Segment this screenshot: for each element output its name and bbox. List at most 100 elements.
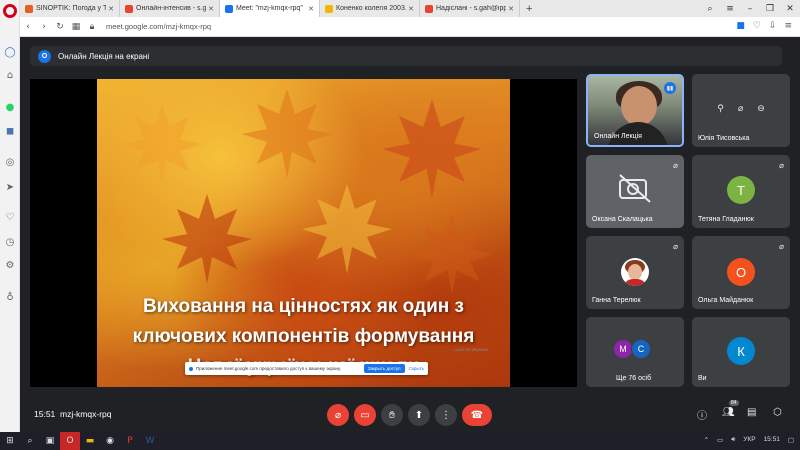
participant-avatar: М xyxy=(613,339,633,359)
tab-4[interactable]: Надіслані - s.gah@ippo.k ✕ xyxy=(420,0,520,17)
mic-toggle-button[interactable]: ⌀ xyxy=(327,404,349,426)
address-bar-actions: ■ ♡ ⇩ ≡ xyxy=(736,21,792,31)
close-window-icon[interactable]: ✕ xyxy=(780,4,800,14)
send-icon[interactable]: ➤ xyxy=(4,181,16,193)
close-icon[interactable]: ✕ xyxy=(108,5,114,13)
forward-icon[interactable]: › xyxy=(36,22,52,32)
tab-1[interactable]: Онлайн-інтенсив - s.gah ✕ xyxy=(120,0,220,17)
settings-icon[interactable]: ⚙ xyxy=(4,259,16,271)
participant-name: Ви xyxy=(698,375,707,382)
slide-title-line: Виховання на цінностях як один з xyxy=(143,296,464,317)
tab-label: Надіслані - s.gah@ippo.k xyxy=(436,5,506,12)
url-field[interactable]: meet.google.com/mzj-kmqx-rpq xyxy=(106,22,211,31)
taskbar-clock[interactable]: 15:51 xyxy=(764,436,780,444)
snapshot-icon[interactable]: ≡ xyxy=(720,4,740,14)
whatsapp-icon[interactable]: ● xyxy=(4,101,16,113)
network-icon[interactable]: ▭ xyxy=(717,436,723,444)
tab-3[interactable]: Коненко колегія 2003.ppt ✕ xyxy=(320,0,420,17)
download-icon[interactable]: ⇩ xyxy=(769,21,777,31)
present-button[interactable]: ⬆ xyxy=(408,404,430,426)
screen-share-notification: Приложение meet.google.com предоставило … xyxy=(185,362,428,375)
stop-sharing-button[interactable]: Закрыть доступ xyxy=(363,364,405,373)
bookmark-icon[interactable]: ♡ xyxy=(753,21,761,31)
tab-label: Онлайн-інтенсив - s.gah xyxy=(136,5,207,12)
system-tray: ⌃ ▭ 🔊︎ УКР 15:51 ▢ xyxy=(704,436,794,444)
tray-up-icon[interactable]: ⌃ xyxy=(704,436,709,444)
tab-label: Meet: "mzj-kmqx-rpq" xyxy=(236,5,303,12)
taskbar: ⊞ ⌕ ▣ O ▬ ◉ P W ⌃ ▭ 🔊︎ УКР 15:51 ▢ xyxy=(0,432,800,450)
activities-icon[interactable]: ⬡ xyxy=(773,407,782,418)
chat-icon[interactable]: ▤ xyxy=(747,407,756,418)
close-icon[interactable]: ✕ xyxy=(508,5,514,13)
bulb-icon[interactable]: ♁ xyxy=(4,291,16,303)
opera-taskbar-icon[interactable]: O xyxy=(60,432,80,450)
more-participants-tile[interactable]: М С Ще 76 осіб xyxy=(586,317,684,387)
mic-off-icon: ⌀ xyxy=(779,242,784,251)
share-indicator-icon xyxy=(189,366,193,371)
camera-icon[interactable]: ■ xyxy=(736,21,745,31)
notifications-icon[interactable]: ▢ xyxy=(788,436,794,444)
more-avatars: М С xyxy=(613,339,651,359)
vk-icon[interactable]: ◼ xyxy=(4,125,16,137)
gmail-icon xyxy=(425,4,433,13)
more-options-button[interactable]: ⋮ xyxy=(435,404,457,426)
participant-tile[interactable]: ⌀ Оксана Скалацька xyxy=(586,155,684,228)
history-icon[interactable]: ◷ xyxy=(4,236,16,248)
camera-toggle-button[interactable]: ▭ xyxy=(354,404,376,426)
participant-tile[interactable]: ▮▮ Онлайн Лекція xyxy=(586,74,684,147)
minimize-icon[interactable]: – xyxy=(740,4,760,14)
mute-icon[interactable]: ⌀ xyxy=(738,104,743,114)
windows-start-icon[interactable]: ⊞ xyxy=(0,432,20,450)
pin-icon[interactable]: ⚲ xyxy=(717,104,724,114)
address-bar: ‹ › ↻ ▦ 🔒︎ meet.google.com/mzj-kmqx-rpq … xyxy=(20,17,800,37)
opera-sidebar: ◯ ⌂ ● ◼ ◎ ➤ ♡ ◷ ⚙ ♁ xyxy=(0,0,20,432)
speed-dial-icon[interactable]: ◯ xyxy=(4,46,16,58)
maximize-icon[interactable]: ❐ xyxy=(760,4,780,14)
close-icon[interactable]: ✕ xyxy=(308,5,314,13)
easy-setup-icon[interactable]: ≡ xyxy=(784,21,792,31)
powerpoint-icon[interactable]: P xyxy=(120,432,140,450)
people-icon[interactable]: 👥︎ xyxy=(722,407,735,418)
heart-icon[interactable]: ♡ xyxy=(4,211,16,223)
tile-actions: ⚲ ⌀ ⊖ xyxy=(692,104,790,114)
search-tabs-icon[interactable]: ⌕ xyxy=(700,4,720,14)
tab-2[interactable]: Meet: "mzj-kmqx-rpq" ✕ xyxy=(220,0,320,17)
maple-leaf-image xyxy=(302,184,392,274)
home-icon[interactable]: ⌂ xyxy=(4,69,16,81)
participant-name: Оксана Скалацька xyxy=(592,216,653,223)
slides-icon xyxy=(325,4,333,13)
back-icon[interactable]: ‹ xyxy=(20,22,36,32)
close-icon[interactable]: ✕ xyxy=(408,5,414,13)
language-indicator[interactable]: УКР xyxy=(743,436,755,444)
remove-icon[interactable]: ⊖ xyxy=(757,104,765,114)
participant-tile[interactable]: Т ⌀ Тетяна Гладанюк xyxy=(692,155,790,228)
participant-tile[interactable]: О ⌀ Ольга Майданюк xyxy=(692,236,790,309)
chrome-icon[interactable]: ◉ xyxy=(100,432,120,450)
screen: ◯ ⌂ ● ◼ ◎ ➤ ♡ ◷ ⚙ ♁ SINOPTIK: Погода у Т… xyxy=(0,0,800,450)
reload-icon[interactable]: ↻ xyxy=(52,22,68,32)
file-explorer-icon[interactable]: ▬ xyxy=(80,432,100,450)
speed-dial-grid-icon[interactable]: ▦ xyxy=(68,22,84,32)
word-icon[interactable]: W xyxy=(140,432,160,450)
info-icon[interactable]: ⓘ xyxy=(697,407,707,422)
leave-call-button[interactable]: ☎ xyxy=(462,404,492,426)
close-icon[interactable]: ✕ xyxy=(208,5,214,13)
raise-hand-button[interactable]: ✋︎ xyxy=(381,404,403,426)
speaking-indicator-icon: ▮▮ xyxy=(664,82,676,94)
participant-photo xyxy=(621,258,649,286)
self-tile[interactable]: К Ви xyxy=(692,317,790,387)
new-tab-button[interactable]: + xyxy=(520,3,538,15)
tab-0[interactable]: SINOPTIK: Погода у Терн ✕ xyxy=(20,0,120,17)
share-message: Приложение meet.google.com предоставило … xyxy=(196,366,342,371)
messenger-icon[interactable]: ◎ xyxy=(4,156,16,168)
opera-logo-icon[interactable] xyxy=(3,4,17,18)
participants-count-badge: 84 xyxy=(729,400,739,406)
participant-tile[interactable]: ⚲ ⌀ ⊖ Юлія Тисовська xyxy=(692,74,790,147)
hide-button[interactable]: Скрыть xyxy=(409,366,424,371)
volume-icon[interactable]: 🔊︎ xyxy=(731,436,735,444)
camera-off-icon xyxy=(619,174,651,203)
task-view-icon[interactable]: ▣ xyxy=(40,432,60,450)
presenting-label: Онлайн Лекція на екрані xyxy=(58,51,150,61)
participant-tile[interactable]: ⌀ Ганна Терелюк xyxy=(586,236,684,309)
search-icon[interactable]: ⌕ xyxy=(20,432,40,450)
